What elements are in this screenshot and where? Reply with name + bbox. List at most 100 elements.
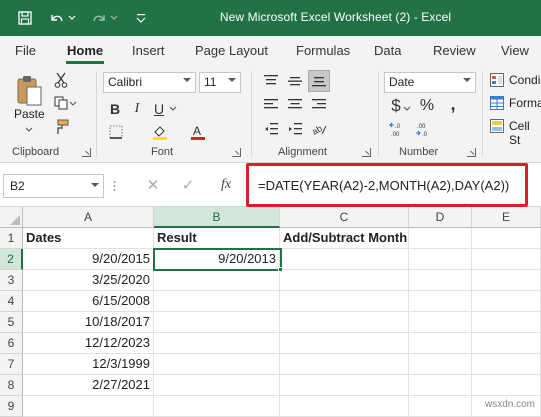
cell-a7[interactable]: 12/3/1999	[23, 354, 154, 375]
tab-formulas[interactable]: Formulas	[296, 43, 350, 58]
cell-b5[interactable]	[154, 312, 280, 333]
format-painter-icon[interactable]	[52, 118, 70, 136]
tab-page-layout[interactable]: Page Layout	[195, 43, 268, 58]
formula-bar-grip-icon[interactable]	[112, 179, 116, 193]
cell-c4[interactable]	[280, 291, 409, 312]
row-header-3[interactable]: 3	[0, 270, 23, 291]
font-color-icon[interactable]: A	[188, 123, 208, 141]
conditional-formatting-icon[interactable]	[489, 72, 505, 88]
name-box[interactable]: B2	[3, 174, 104, 198]
copy-dropdown-icon[interactable]	[68, 98, 78, 108]
cell-b4[interactable]	[154, 291, 280, 312]
column-header-e[interactable]: E	[472, 207, 541, 228]
underline-dropdown-icon[interactable]	[168, 103, 178, 113]
cancel-icon[interactable]: ✕	[145, 177, 161, 194]
tab-data[interactable]: Data	[374, 43, 401, 58]
cell-d4[interactable]	[409, 291, 472, 312]
comma-button[interactable]: ,	[444, 94, 462, 114]
paste-icon[interactable]	[12, 71, 46, 111]
cell-a3[interactable]: 3/25/2020	[23, 270, 154, 291]
cell-b9[interactable]	[154, 396, 280, 417]
cell-c2[interactable]	[280, 249, 409, 270]
enter-check-icon[interactable]: ✓	[180, 177, 196, 194]
cell-e2[interactable]	[472, 249, 541, 270]
alignment-launcher-icon[interactable]	[362, 148, 371, 157]
italic-icon[interactable]: I	[128, 99, 146, 119]
cell-e1[interactable]	[472, 228, 541, 249]
cell-c1[interactable]: Add/Subtract Month	[280, 228, 409, 249]
clipboard-launcher-icon[interactable]	[82, 148, 91, 157]
cell-a1[interactable]: Dates	[23, 228, 154, 249]
column-header-b[interactable]: B	[154, 207, 280, 228]
cell-e8[interactable]	[472, 375, 541, 396]
cell-c7[interactable]	[280, 354, 409, 375]
paste-label[interactable]: Paste	[14, 107, 45, 121]
row-header-2[interactable]: 2	[0, 249, 23, 270]
font-size-select[interactable]: 11	[199, 72, 241, 93]
cell-b3[interactable]	[154, 270, 280, 291]
align-bottom-icon[interactable]	[308, 70, 330, 92]
borders-icon[interactable]	[106, 123, 126, 141]
column-header-d[interactable]: D	[409, 207, 472, 228]
row-header-6[interactable]: 6	[0, 333, 23, 354]
cell-e4[interactable]	[472, 291, 541, 312]
cell-d6[interactable]	[409, 333, 472, 354]
align-top-icon[interactable]	[262, 73, 280, 89]
tab-view[interactable]: View	[501, 43, 529, 58]
paste-dropdown-icon[interactable]	[24, 125, 34, 133]
cell-c5[interactable]	[280, 312, 409, 333]
cell-c6[interactable]	[280, 333, 409, 354]
column-header-c[interactable]: C	[280, 207, 409, 228]
cell-d3[interactable]	[409, 270, 472, 291]
font-name-select[interactable]: Calibri	[103, 72, 196, 93]
cell-a2[interactable]: 9/20/2015	[23, 249, 154, 270]
select-all-corner[interactable]	[0, 207, 23, 228]
decrease-indent-icon[interactable]	[262, 121, 280, 137]
cell-e7[interactable]	[472, 354, 541, 375]
cell-b1[interactable]: Result	[154, 228, 280, 249]
cell-d1[interactable]	[409, 228, 472, 249]
align-left-icon[interactable]	[262, 97, 280, 113]
increase-indent-icon[interactable]	[286, 121, 304, 137]
cell-a6[interactable]: 12/12/2023	[23, 333, 154, 354]
number-format-select[interactable]: Date	[384, 72, 476, 93]
decrease-decimal-icon[interactable]: .00.0	[414, 119, 436, 139]
format-as-table-icon[interactable]	[489, 95, 505, 111]
row-header-1[interactable]: 1	[0, 228, 23, 249]
format-as-table-button[interactable]: Forma	[509, 96, 541, 110]
orientation-icon[interactable]: ab	[310, 121, 328, 137]
cell-c8[interactable]	[280, 375, 409, 396]
cell-a5[interactable]: 10/18/2017	[23, 312, 154, 333]
cell-styles-button[interactable]: Cell St	[509, 119, 541, 147]
number-launcher-icon[interactable]	[467, 148, 476, 157]
cell-styles-icon[interactable]	[489, 118, 505, 134]
cell-a8[interactable]: 2/27/2021	[23, 375, 154, 396]
row-header-8[interactable]: 8	[0, 375, 23, 396]
underline-icon[interactable]: U	[150, 99, 168, 119]
cell-b8[interactable]	[154, 375, 280, 396]
insert-function-button[interactable]: fx	[216, 176, 236, 194]
cell-c3[interactable]	[280, 270, 409, 291]
cell-b7[interactable]	[154, 354, 280, 375]
currency-dropdown-icon[interactable]	[402, 103, 412, 113]
cell-d5[interactable]	[409, 312, 472, 333]
increase-decimal-icon[interactable]: .0.00	[388, 119, 410, 139]
tab-review[interactable]: Review	[433, 43, 476, 58]
cell-e6[interactable]	[472, 333, 541, 354]
cell-b6[interactable]	[154, 333, 280, 354]
cell-d9[interactable]	[409, 396, 472, 417]
tab-insert[interactable]: Insert	[132, 43, 165, 58]
column-header-a[interactable]: A	[23, 207, 154, 228]
tab-home[interactable]: Home	[67, 43, 103, 58]
cell-d2[interactable]	[409, 249, 472, 270]
row-header-5[interactable]: 5	[0, 312, 23, 333]
align-middle-icon[interactable]	[286, 73, 304, 89]
chevron-down-icon[interactable]	[91, 183, 99, 187]
row-header-7[interactable]: 7	[0, 354, 23, 375]
percent-button[interactable]: %	[418, 97, 436, 115]
cell-e5[interactable]	[472, 312, 541, 333]
align-right-icon[interactable]	[310, 97, 328, 113]
cell-a4[interactable]: 6/15/2008	[23, 291, 154, 312]
row-header-9[interactable]: 9	[0, 396, 23, 417]
cut-icon[interactable]	[52, 71, 70, 89]
